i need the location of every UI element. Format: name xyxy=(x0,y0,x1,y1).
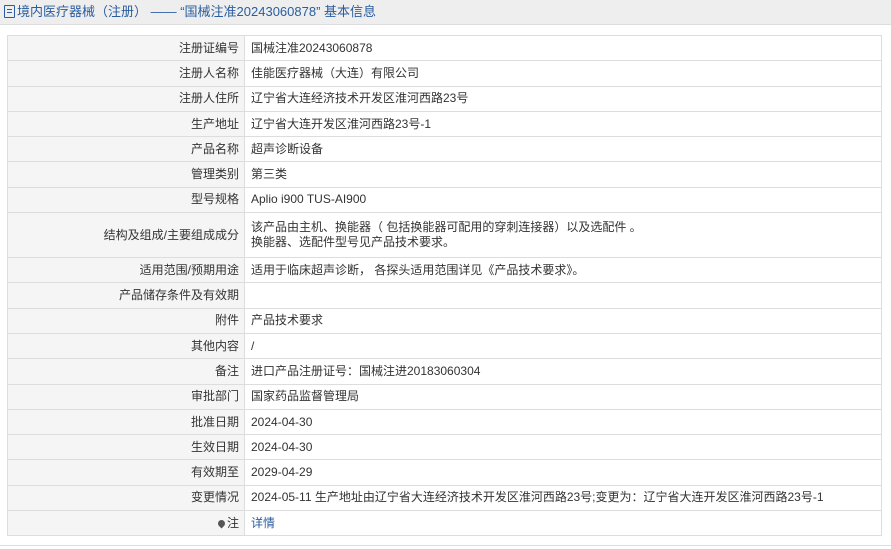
row-value-intended-use: 适用于临床超声诊断， 各探头适用范围详见《产品技术要求》。 xyxy=(244,257,882,284)
document-icon xyxy=(4,5,15,18)
table-row: 其他内容 / xyxy=(7,332,882,360)
row-value-structure-composition: 该产品由主机、换能器（ 包括换能器可配用的穿刺连接器）以及选配件 。 换能器、选… xyxy=(244,212,882,259)
row-value-effective-date: 2024-04-30 xyxy=(244,434,882,461)
row-label-approval-department: 审批部门 xyxy=(7,383,245,410)
row-value-attachment: 产品技术要求 xyxy=(244,307,882,334)
row-label-storage-conditions: 产品储存条件及有效期 xyxy=(7,282,245,309)
table-row: 产品储存条件及有效期 xyxy=(7,282,882,309)
row-value-approval-department: 国家药品监督管理局 xyxy=(244,383,882,410)
table-row: 注册人名称 佳能医疗器械（大连）有限公司 xyxy=(7,60,882,87)
table-row: 注册证编号 国械注准20243060878 xyxy=(7,34,882,62)
table-row: 变更情况 2024-05-11 生产地址由辽宁省大连经济技术开发区淮河西路23号… xyxy=(7,484,882,512)
row-value-production-address: 辽宁省大连开发区淮河西路23号-1 xyxy=(244,110,882,138)
row-value-registrant-name: 佳能医疗器械（大连）有限公司 xyxy=(244,60,882,87)
table-row: 备注 进口产品注册证号：国械注进20183060304 xyxy=(7,358,882,385)
table-row: 有效期至 2029-04-29 xyxy=(7,459,882,486)
structure-line-1: 该产品由主机、换能器（ 包括换能器可配用的穿刺连接器）以及选配件 。 xyxy=(251,220,642,235)
row-value-storage-conditions xyxy=(244,282,882,309)
table-row: 型号规格 Aplio i900 TUS-AI900 xyxy=(7,186,882,214)
note-label-text: 注 xyxy=(226,515,239,530)
row-value-approval-date: 2024-04-30 xyxy=(244,408,882,436)
row-label-management-category: 管理类别 xyxy=(7,161,245,188)
table-row: 附件 产品技术要求 xyxy=(7,307,882,334)
row-label-remarks: 备注 xyxy=(7,358,245,385)
table-row: 生效日期 2024-04-30 xyxy=(7,434,882,461)
table-row: 产品名称 超声诊断设备 xyxy=(7,136,882,163)
row-value-remarks: 进口产品注册证号：国械注进20183060304 xyxy=(244,358,882,385)
table-row: 结构及组成/主要组成成分 该产品由主机、换能器（ 包括换能器可配用的穿刺连接器）… xyxy=(7,212,882,259)
row-label-model-spec: 型号规格 xyxy=(7,186,245,214)
table-row: 注册人住所 辽宁省大连经济技术开发区淮河西路23号 xyxy=(7,85,882,112)
row-value-management-category: 第三类 xyxy=(244,161,882,188)
row-label-approval-date: 批准日期 xyxy=(7,408,245,436)
table-row: 批准日期 2024-04-30 xyxy=(7,408,882,436)
row-value-valid-until: 2029-04-29 xyxy=(244,459,882,486)
details-link[interactable]: 详情 xyxy=(251,516,275,530)
row-value-product-name: 超声诊断设备 xyxy=(244,136,882,163)
row-value-registration-number: 国械注准20243060878 xyxy=(244,34,882,62)
row-value-other-content: / xyxy=(244,332,882,360)
row-label-intended-use: 适用范围/预期用途 xyxy=(7,257,245,284)
row-value-change-history: 2024-05-11 生产地址由辽宁省大连经济技术开发区淮河西路23号;变更为：… xyxy=(244,484,882,512)
row-label-effective-date: 生效日期 xyxy=(7,434,245,461)
row-label-registrant-address: 注册人住所 xyxy=(7,85,245,112)
structure-line-2: 换能器、选配件型号见产品技术要求。 xyxy=(251,235,456,250)
row-label-valid-until: 有效期至 xyxy=(7,459,245,486)
row-label-note: 注 xyxy=(7,510,245,537)
row-value-model-spec: Aplio i900 TUS-AI900 xyxy=(244,186,882,214)
row-value-registrant-address: 辽宁省大连经济技术开发区淮河西路23号 xyxy=(244,85,882,112)
page-title: 境内医疗器械（注册） —— “国械注准20243060878” 基本信息 xyxy=(17,4,377,19)
row-label-production-address: 生产地址 xyxy=(7,110,245,138)
row-label-registrant-name: 注册人名称 xyxy=(7,60,245,87)
page-header: 境内医疗器械（注册） —— “国械注准20243060878” 基本信息 xyxy=(0,0,891,25)
row-label-attachment: 附件 xyxy=(7,307,245,334)
row-label-structure-composition: 结构及组成/主要组成成分 xyxy=(7,212,245,259)
table-row: 审批部门 国家药品监督管理局 xyxy=(7,383,882,410)
pin-icon xyxy=(216,518,227,529)
row-value-note: 详情 xyxy=(244,510,882,537)
row-label-product-name: 产品名称 xyxy=(7,136,245,163)
table-row: 生产地址 辽宁省大连开发区淮河西路23号-1 xyxy=(7,110,882,138)
row-label-change-history: 变更情况 xyxy=(7,484,245,512)
row-label-registration-number: 注册证编号 xyxy=(7,34,245,62)
table-row: 注 详情 xyxy=(7,510,882,537)
bottom-divider xyxy=(0,545,891,546)
table-row: 适用范围/预期用途 适用于临床超声诊断， 各探头适用范围详见《产品技术要求》。 xyxy=(7,257,882,284)
detail-table: 注册证编号 国械注准20243060878 注册人名称 佳能医疗器械（大连）有限… xyxy=(7,34,882,537)
row-label-other-content: 其他内容 xyxy=(7,332,245,360)
table-row: 管理类别 第三类 xyxy=(7,161,882,188)
